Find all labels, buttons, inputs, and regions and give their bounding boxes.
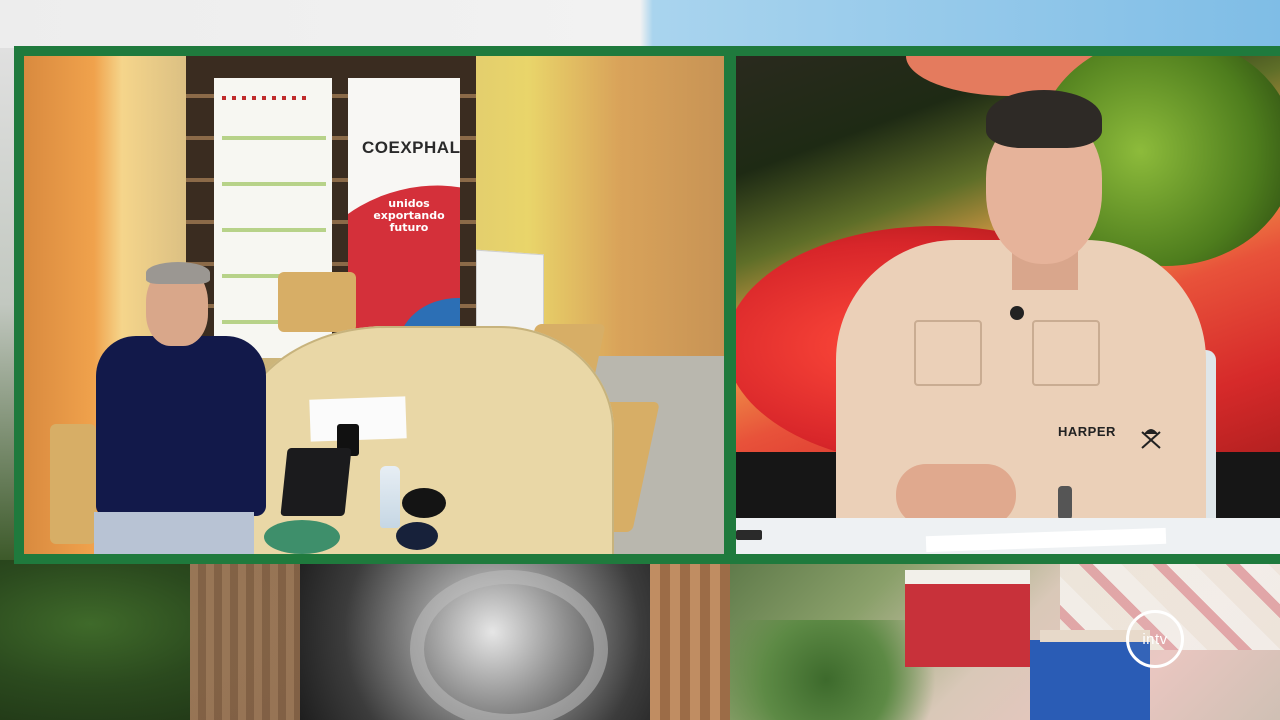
slogan-line-3: futuro: [389, 221, 429, 234]
background-tile-wall: [650, 560, 730, 720]
interviewee-trousers: [94, 512, 254, 554]
water-bottle: [380, 466, 400, 528]
lapel-microphone-icon: [1010, 306, 1024, 320]
presenter-hands: [896, 464, 1016, 526]
interviewee: [94, 256, 266, 554]
interviewee-shirt: [96, 336, 266, 516]
speakerphone-black: [402, 488, 446, 518]
chair-back: [278, 272, 356, 332]
left-video-feed: COEXPHAL unidos exportando futuro: [24, 56, 724, 554]
shirt-emblem-icon: [1141, 429, 1161, 449]
red-house: [905, 570, 1030, 667]
banner-brand-text: COEXPHAL: [362, 138, 461, 157]
fortress-tower: [410, 570, 608, 720]
presenter-hair: [986, 90, 1102, 148]
speakerphone-blue: [396, 522, 438, 550]
background-photo-strip: [0, 560, 1280, 720]
background-tile-fortress-bw: [300, 560, 650, 720]
wristwatch: [1058, 486, 1072, 520]
background-tile-town: [730, 560, 1280, 720]
shirt-pocket-left: [914, 320, 982, 386]
interviewee-hair: [146, 262, 210, 284]
channel-logo-text: intv: [1142, 630, 1168, 648]
background-tile-garden: [0, 560, 300, 720]
right-video-feed: HARPER: [736, 56, 1280, 554]
mousepad: [264, 520, 340, 554]
banner-slogan: unidos exportando futuro: [364, 198, 454, 234]
banner-dots: [222, 96, 312, 100]
presenter: [836, 90, 1206, 530]
shirt-pocket-right: [1032, 320, 1100, 386]
desk-phone: [736, 530, 762, 540]
keyboard: [280, 448, 352, 516]
channel-logo: intv: [1126, 610, 1184, 668]
castle-wall: [190, 560, 300, 720]
chair-left: [50, 424, 96, 544]
background-sky-strip: [0, 0, 1280, 48]
shirt-brand-text: HARPER: [1058, 424, 1116, 439]
